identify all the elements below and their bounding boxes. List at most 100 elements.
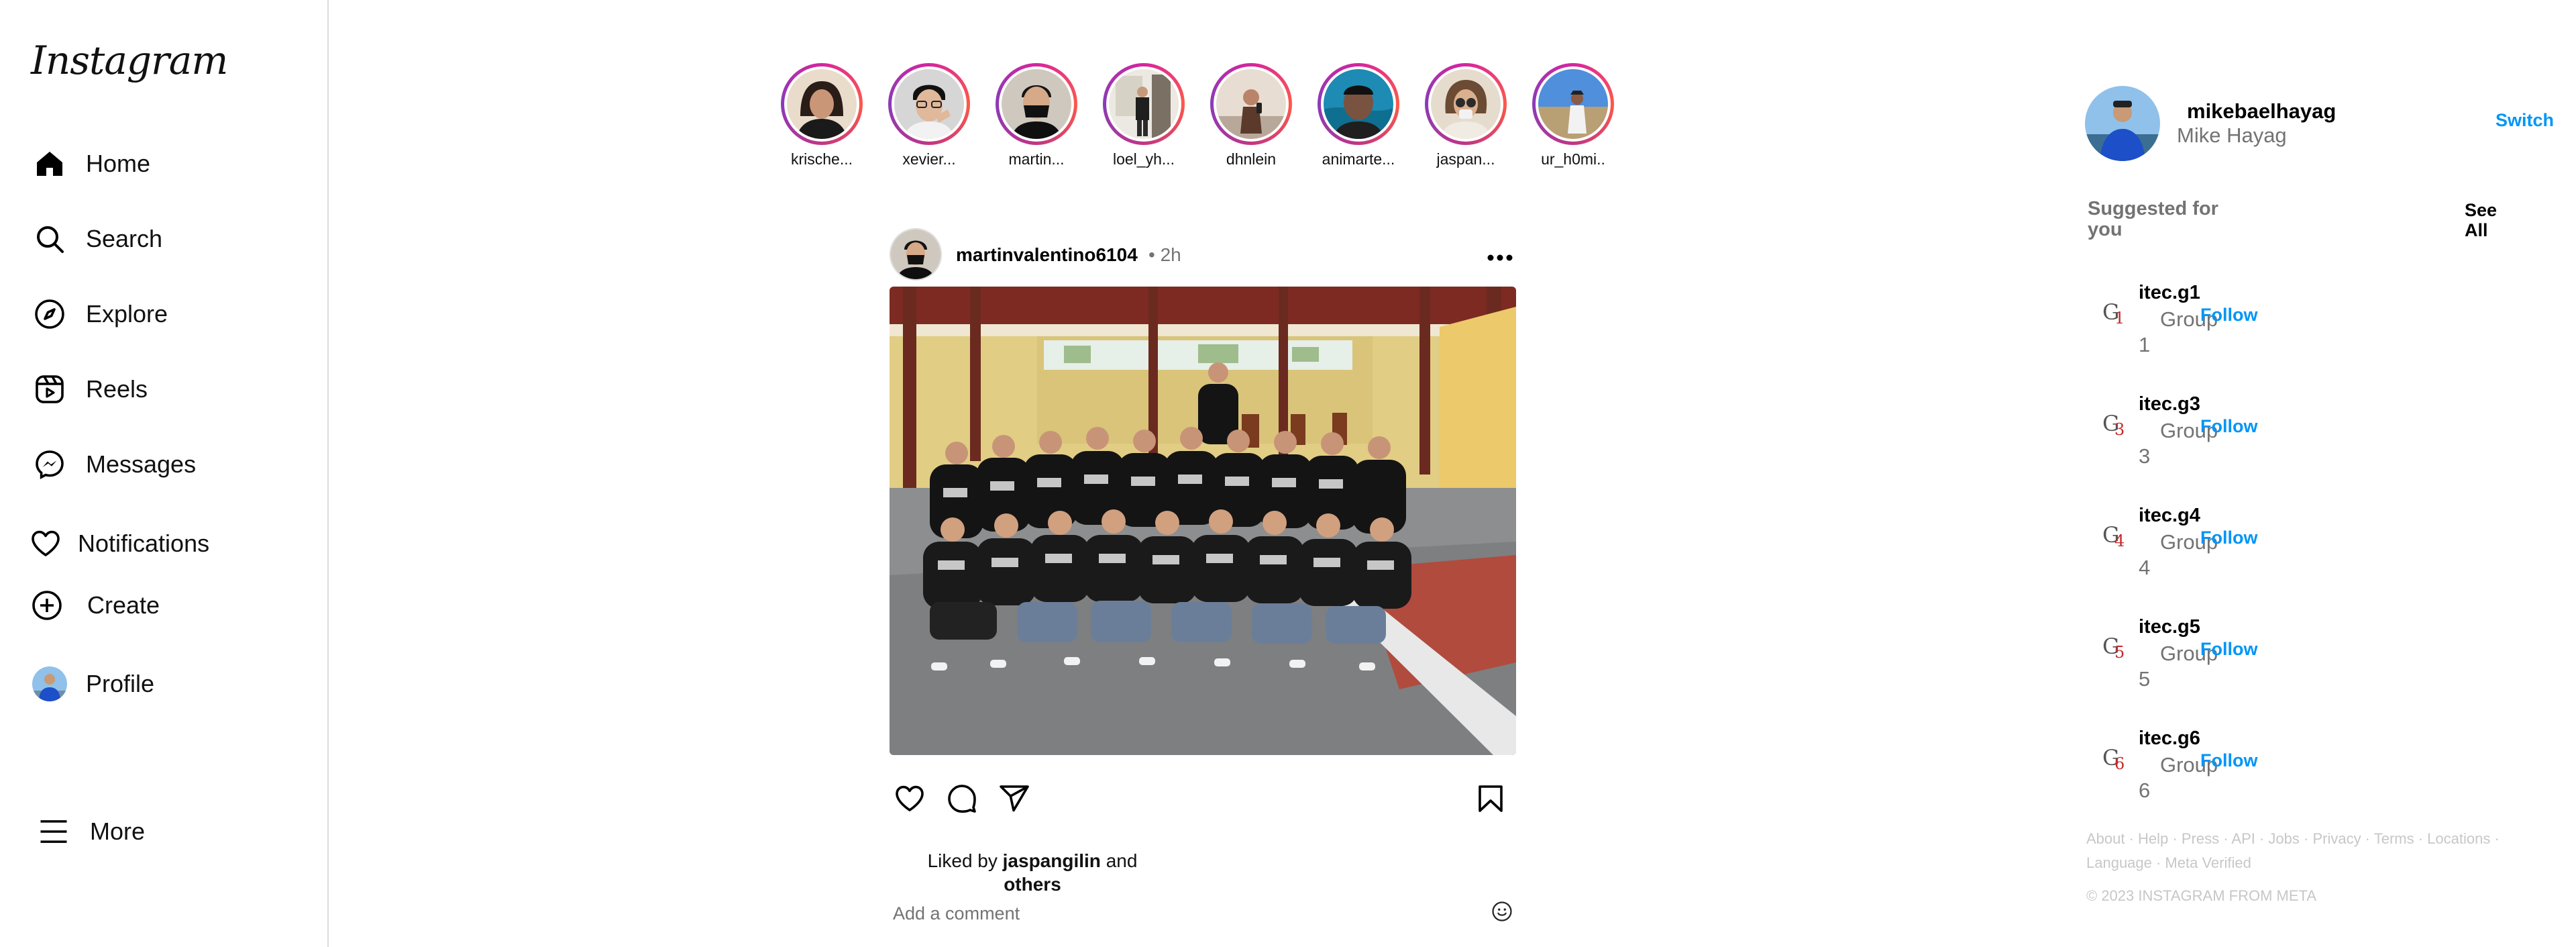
suggestion-username[interactable]: itec.g5 bbox=[2139, 616, 2200, 638]
sidebar-item-home[interactable]: Home bbox=[30, 137, 150, 191]
group-logo[interactable]: G5 bbox=[2101, 631, 2133, 663]
group-logo[interactable]: G4 bbox=[2101, 519, 2133, 552]
emoji-icon[interactable] bbox=[1491, 900, 1517, 927]
story-username: loel_yh... bbox=[1112, 150, 1175, 168]
home-icon bbox=[30, 144, 70, 184]
liked-by-user[interactable]: jaspangilin bbox=[1003, 850, 1101, 871]
suggestion-item: G6 itec.g6 Group 6 Follow bbox=[2093, 728, 2402, 828]
liked-and: and bbox=[1106, 850, 1138, 871]
menu-icon bbox=[34, 811, 74, 852]
svg-text:1: 1 bbox=[2114, 309, 2125, 328]
post-username[interactable]: martinvalentino6104 bbox=[956, 244, 1138, 266]
suggestion-item: G4 itec.g4 Group 4 Follow bbox=[2093, 505, 2402, 605]
story-avatar bbox=[1431, 69, 1501, 139]
svg-text:5: 5 bbox=[2114, 643, 2125, 662]
sidebar-item-explore[interactable]: Explore bbox=[30, 287, 168, 341]
sidebar-item-label: Profile bbox=[86, 670, 155, 697]
post-header: martinvalentino6104 • 2h bbox=[890, 227, 1517, 286]
story-username: krische... bbox=[790, 150, 853, 168]
follow-button[interactable]: Follow bbox=[2200, 305, 2257, 326]
more-horizontal-icon[interactable] bbox=[1487, 242, 1513, 268]
group-logo[interactable]: G6 bbox=[2101, 742, 2133, 775]
follow-button[interactable]: Follow bbox=[2200, 750, 2257, 771]
story-ring bbox=[781, 63, 863, 145]
story-avatar bbox=[1216, 69, 1286, 139]
story-username: dhnlein bbox=[1226, 150, 1277, 168]
suggestion-item: G5 itec.g5 Group 5 Follow bbox=[2093, 616, 2402, 717]
sidebar-item-messages[interactable]: Messages bbox=[30, 438, 196, 491]
suggestion-subtitle-number: 5 bbox=[2139, 667, 2151, 691]
post-actions bbox=[890, 779, 1517, 821]
story-item[interactable]: jaspan... bbox=[1415, 63, 1516, 168]
instagram-logo[interactable]: Instagram bbox=[31, 38, 228, 83]
story-username: martin... bbox=[1008, 150, 1065, 168]
sidebar-item-label: Search bbox=[86, 225, 163, 252]
suggestion-username[interactable]: itec.g3 bbox=[2139, 393, 2200, 415]
copyright: © 2023 INSTAGRAM FROM META bbox=[2086, 887, 2316, 904]
liked-others[interactable]: others bbox=[1004, 874, 1061, 895]
story-item[interactable]: dhnlein bbox=[1201, 63, 1301, 168]
story-avatar bbox=[1002, 69, 1071, 139]
suggestion-username[interactable]: itec.g4 bbox=[2139, 505, 2200, 527]
story-avatar bbox=[1324, 69, 1393, 139]
profile-avatar bbox=[30, 664, 70, 704]
suggestion-username[interactable]: itec.g1 bbox=[2139, 282, 2200, 304]
story-item[interactable]: animarte... bbox=[1308, 63, 1409, 168]
sidebar-item-label: Create bbox=[87, 591, 160, 619]
story-avatar bbox=[1109, 69, 1179, 139]
reels-icon bbox=[30, 369, 70, 409]
suggestion-subtitle-number: 1 bbox=[2139, 333, 2151, 356]
footer-links[interactable]: About · Help · Press · API · Jobs · Priv… bbox=[2086, 827, 2529, 875]
sidebar-item-label: Notifications bbox=[78, 530, 210, 557]
story-item[interactable]: xevier... bbox=[879, 63, 979, 168]
suggestion-subtitle-number: 6 bbox=[2139, 779, 2151, 802]
see-all-button[interactable]: See All bbox=[2465, 200, 2518, 240]
story-item[interactable]: loel_yh... bbox=[1093, 63, 1194, 168]
group-logo[interactable]: G1 bbox=[2101, 297, 2133, 329]
story-avatar bbox=[787, 69, 857, 139]
current-user-avatar[interactable] bbox=[2085, 86, 2160, 161]
sidebar-item-search[interactable]: Search bbox=[30, 212, 162, 266]
current-full-name: Mike Hayag bbox=[2177, 123, 2287, 147]
sidebar-item-more[interactable]: More bbox=[34, 805, 145, 858]
sidebar-item-reels[interactable]: Reels bbox=[30, 362, 148, 416]
story-item[interactable]: krische... bbox=[771, 63, 872, 168]
story-username: xevier... bbox=[902, 150, 956, 168]
share-icon[interactable] bbox=[994, 779, 1034, 819]
comment-input[interactable]: Add a comment bbox=[893, 903, 1020, 924]
sidebar-item-label: Home bbox=[86, 150, 151, 177]
suggestion-item: G3 itec.g3 Group 3 Follow bbox=[2093, 393, 2402, 494]
post-timestamp: • 2h bbox=[1148, 244, 1181, 265]
group-logo[interactable]: G3 bbox=[2101, 408, 2133, 440]
story-username: animarte... bbox=[1322, 150, 1395, 168]
switch-account-button[interactable]: Switch bbox=[2496, 110, 2554, 131]
comment-icon[interactable] bbox=[942, 779, 982, 819]
story-avatar bbox=[894, 69, 964, 139]
current-username[interactable]: mikebaelhayag bbox=[2187, 99, 2336, 123]
follow-button[interactable]: Follow bbox=[2200, 528, 2257, 548]
suggested-title: Suggested for you bbox=[2088, 198, 2218, 240]
bookmark-icon[interactable] bbox=[1470, 779, 1511, 819]
story-username: ur_h0mi.. bbox=[1541, 150, 1605, 168]
follow-button[interactable]: Follow bbox=[2200, 416, 2257, 437]
story-item[interactable]: ur_h0mi.. bbox=[1523, 63, 1623, 168]
heart-icon[interactable] bbox=[890, 779, 930, 819]
suggestion-subtitle-number: 4 bbox=[2139, 556, 2151, 579]
sidebar: Instagram Home Search Explore Reels Mess… bbox=[0, 0, 329, 947]
sidebar-item-create[interactable]: Create bbox=[27, 579, 160, 632]
post-image[interactable] bbox=[890, 287, 1516, 755]
post-author-avatar[interactable] bbox=[890, 228, 942, 281]
suggestion-username[interactable]: itec.g6 bbox=[2139, 728, 2200, 750]
svg-text:3: 3 bbox=[2114, 420, 2125, 439]
story-username: jaspan... bbox=[1436, 150, 1495, 168]
story-avatar bbox=[1538, 69, 1608, 139]
svg-text:6: 6 bbox=[2114, 754, 2125, 773]
sidebar-item-notifications[interactable]: Notifications bbox=[25, 517, 209, 570]
sidebar-item-profile[interactable]: Profile bbox=[30, 657, 154, 711]
sidebar-item-label: Messages bbox=[86, 450, 197, 478]
sidebar-item-label: Explore bbox=[86, 300, 168, 328]
suggestion-item: G1 itec.g1 Group 1 Follow bbox=[2093, 282, 2402, 383]
story-item[interactable]: martin... bbox=[986, 63, 1087, 168]
follow-button[interactable]: Follow bbox=[2200, 639, 2257, 660]
search-icon bbox=[30, 219, 70, 259]
